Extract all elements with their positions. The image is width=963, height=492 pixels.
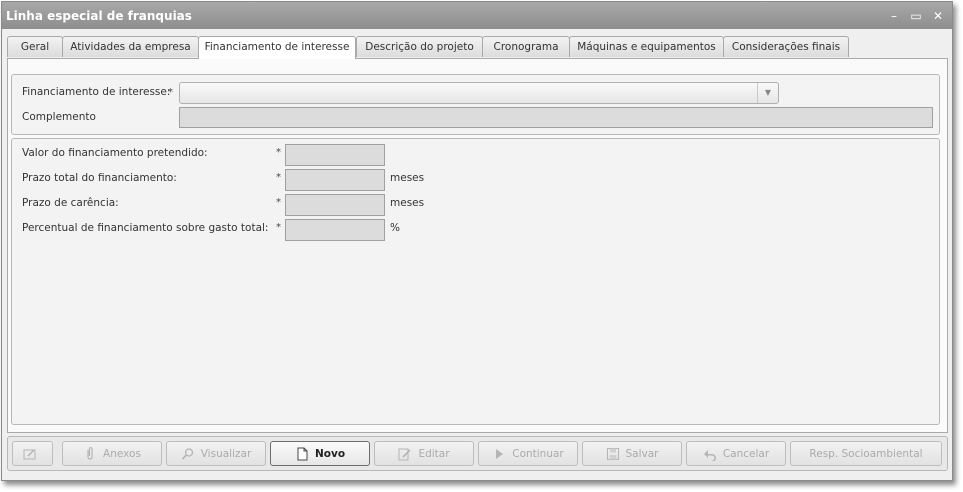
continuar-label: Continuar (512, 447, 564, 460)
close-icon[interactable]: ✕ (930, 8, 946, 24)
prazo-carencia-label: Prazo de carência: (22, 197, 119, 209)
prazo-total-unit: meses (390, 172, 425, 184)
visualizar-label: Visualizar (200, 447, 252, 460)
complemento-field[interactable] (179, 107, 933, 128)
play-icon (492, 447, 506, 461)
required-mark: * (276, 197, 281, 208)
financiamento-label: Financiamento de interesse: (22, 86, 171, 98)
editar-button[interactable]: Editar (374, 441, 474, 466)
salvar-label: Salvar (625, 447, 659, 460)
tab-panel: Financiamento de interesse: * ▼ Compleme… (7, 58, 948, 433)
continuar-button[interactable]: Continuar (478, 441, 578, 466)
prazo-total-field[interactable] (285, 169, 385, 191)
tab-cronograma[interactable]: Cronograma (482, 36, 570, 57)
chevron-down-icon[interactable]: ▼ (757, 83, 778, 103)
valores-group: Valor do financiamento pretendido: * Pra… (11, 138, 940, 425)
required-mark: * (276, 172, 281, 183)
tab-descricao-do-projeto[interactable]: Descrição do projeto (356, 36, 483, 57)
novo-label: Novo (314, 447, 346, 460)
edit-page-button[interactable] (12, 441, 53, 466)
minimize-icon[interactable]: – (886, 8, 902, 24)
title-bar: Linha especial de franquias – ▭ ✕ (2, 2, 952, 29)
pencil-icon (398, 447, 412, 461)
main-window: Linha especial de franquias – ▭ ✕ Geral … (1, 1, 953, 481)
anexos-button[interactable]: Anexos (62, 441, 162, 466)
cancelar-label: Cancelar (722, 447, 770, 460)
resp-socioambiental-label: Resp. Socioambiental (809, 447, 923, 460)
financiamento-group: Financiamento de interesse: * ▼ Compleme… (11, 74, 940, 135)
valor-label: Valor do financiamento pretendido: (22, 147, 208, 159)
required-mark: * (276, 147, 281, 158)
anexos-label: Anexos (103, 447, 141, 460)
visualizar-button[interactable]: Visualizar (166, 441, 266, 466)
complemento-label: Complemento (22, 111, 96, 123)
magnifier-icon (181, 447, 195, 461)
required-mark: * (168, 87, 173, 98)
valor-field[interactable] (285, 144, 385, 166)
edit-page-icon (23, 447, 37, 461)
salvar-button[interactable]: Salvar (582, 441, 682, 466)
cancelar-button[interactable]: Cancelar (686, 441, 786, 466)
required-mark: * (276, 222, 281, 233)
action-toolbar: Anexos Visualizar Novo Editar Continuar (7, 436, 948, 471)
new-document-icon (295, 447, 309, 461)
window-title: Linha especial de franquias (6, 9, 192, 23)
tab-financiamento-de-interesse[interactable]: Financiamento de interesse (198, 36, 356, 59)
floppy-icon (606, 447, 620, 461)
financiamento-select[interactable]: ▼ (179, 82, 779, 104)
tab-geral[interactable]: Geral (7, 36, 63, 57)
percentual-unit: % (390, 222, 400, 234)
percentual-field[interactable] (285, 219, 385, 241)
prazo-carencia-unit: meses (390, 197, 425, 209)
tab-maquinas-e-equipamentos[interactable]: Máquinas e equipamentos (569, 36, 724, 57)
tab-atividades-da-empresa[interactable]: Atividades da empresa (62, 36, 199, 57)
prazo-carencia-field[interactable] (285, 194, 385, 216)
undo-icon (703, 447, 717, 461)
paperclip-icon (83, 446, 97, 461)
percentual-label: Percentual de financiamento sobre gasto … (22, 222, 269, 234)
tab-consideracoes-finais[interactable]: Considerações finais (723, 36, 849, 57)
novo-button[interactable]: Novo (270, 441, 370, 466)
window-controls: – ▭ ✕ (886, 8, 946, 24)
maximize-icon[interactable]: ▭ (908, 8, 924, 24)
resp-socioambiental-button[interactable]: Resp. Socioambiental (790, 441, 942, 466)
editar-label: Editar (418, 447, 450, 460)
prazo-total-label: Prazo total do financiamento: (22, 172, 177, 184)
